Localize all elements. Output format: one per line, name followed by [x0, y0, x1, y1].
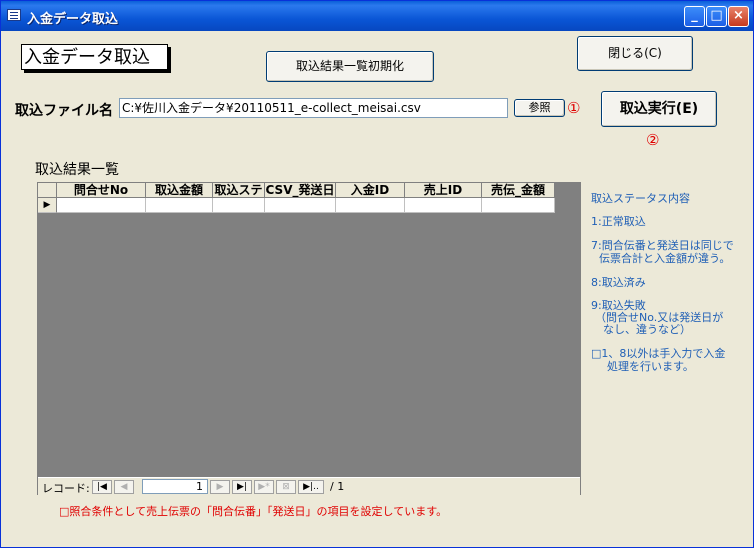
- window-title: 入金データ取込: [27, 12, 119, 27]
- column-header[interactable]: 取込ステ: [213, 183, 265, 198]
- grid-cell[interactable]: [482, 198, 555, 213]
- matching-condition-note: □照合条件として売上伝票の「問合伝番」「発送日」の項目を設定しています。: [59, 505, 448, 518]
- close-window-button[interactable]: ×: [728, 6, 749, 27]
- manual-entry-note: □1、8以外は手入力で入金: [591, 347, 726, 360]
- record-total: / 1: [330, 480, 345, 493]
- form-icon: [7, 9, 21, 21]
- column-header[interactable]: 売上ID: [405, 183, 482, 198]
- browse-button[interactable]: 参照: [514, 99, 565, 117]
- last-record-icon[interactable]: ▶|: [232, 480, 252, 494]
- status-legend-7-cont: 伝票合計と入金額が違う。: [599, 252, 731, 265]
- column-header[interactable]: 問合せNo: [57, 183, 146, 198]
- grid-cell[interactable]: [213, 198, 265, 213]
- grid-cell[interactable]: [57, 198, 146, 213]
- grid-cell[interactable]: [265, 198, 336, 213]
- form-heading: 入金データ取込: [21, 44, 168, 70]
- run-import-button[interactable]: 取込実行(E): [601, 91, 717, 127]
- results-grid[interactable]: 問合せNo 取込金額 取込ステ CSV_発送日 入金ID 売上ID 売伝_金額 …: [37, 182, 581, 496]
- status-legend-9-cont2: なし、違うなど）: [603, 323, 691, 336]
- manual-entry-note-cont: 処理を行います。: [607, 360, 694, 373]
- column-header[interactable]: CSV_発送日: [265, 183, 336, 198]
- status-legend-7: 7:問合伝番と発送日は同じで: [591, 239, 734, 252]
- file-name-label: 取込ファイル名: [15, 103, 113, 119]
- minimize-button[interactable]: _: [684, 6, 705, 27]
- row-selector-icon[interactable]: ▶: [38, 198, 57, 213]
- record-navigation: レコード: |◀ ◀ 1 ▶ ▶| ▶* ⊠ ▶|.. / 1: [38, 477, 580, 496]
- column-header[interactable]: 取込金額: [146, 183, 213, 198]
- grid-header: 問合せNo 取込金額 取込ステ CSV_発送日 入金ID 売上ID 売伝_金額: [38, 183, 555, 198]
- app-window: 入金データ取込 _ □ × 入金データ取込 取込結果一覧初期化 閉じる(C) 取…: [0, 0, 754, 548]
- grid-cell[interactable]: [146, 198, 213, 213]
- results-label: 取込結果一覧: [35, 162, 119, 178]
- reset-results-button[interactable]: 取込結果一覧初期化: [266, 51, 434, 82]
- prev-record-icon[interactable]: ◀: [114, 480, 134, 494]
- new-record-icon[interactable]: ▶*: [254, 480, 274, 494]
- maximize-button[interactable]: □: [706, 6, 727, 27]
- column-header[interactable]: 売伝_金額: [482, 183, 555, 198]
- file-path-input[interactable]: C:¥佐川入金データ¥20110511_e-collect_meisai.csv: [119, 98, 508, 118]
- delete-record-icon[interactable]: ⊠: [276, 480, 296, 494]
- table-row[interactable]: ▶: [38, 198, 555, 213]
- first-record-icon[interactable]: |◀: [92, 480, 112, 494]
- status-legend-8: 8:取込済み: [591, 276, 646, 289]
- grid-cell[interactable]: [405, 198, 482, 213]
- status-legend-title: 取込ステータス内容: [591, 192, 690, 205]
- browse-marker: ①: [567, 99, 581, 117]
- last-record-alt-icon[interactable]: ▶|..: [298, 480, 324, 494]
- grid-cell[interactable]: [336, 198, 405, 213]
- record-number-input[interactable]: 1: [142, 479, 208, 494]
- status-legend-1: 1:正常取込: [591, 215, 646, 228]
- title-bar[interactable]: 入金データ取込 _ □ ×: [1, 1, 753, 31]
- next-record-icon[interactable]: ▶: [210, 480, 230, 494]
- record-label: レコード:: [42, 482, 90, 495]
- close-form-button[interactable]: 閉じる(C): [577, 36, 693, 71]
- header-corner: [38, 183, 57, 198]
- column-header[interactable]: 入金ID: [336, 183, 405, 198]
- run-marker: ②: [646, 131, 660, 149]
